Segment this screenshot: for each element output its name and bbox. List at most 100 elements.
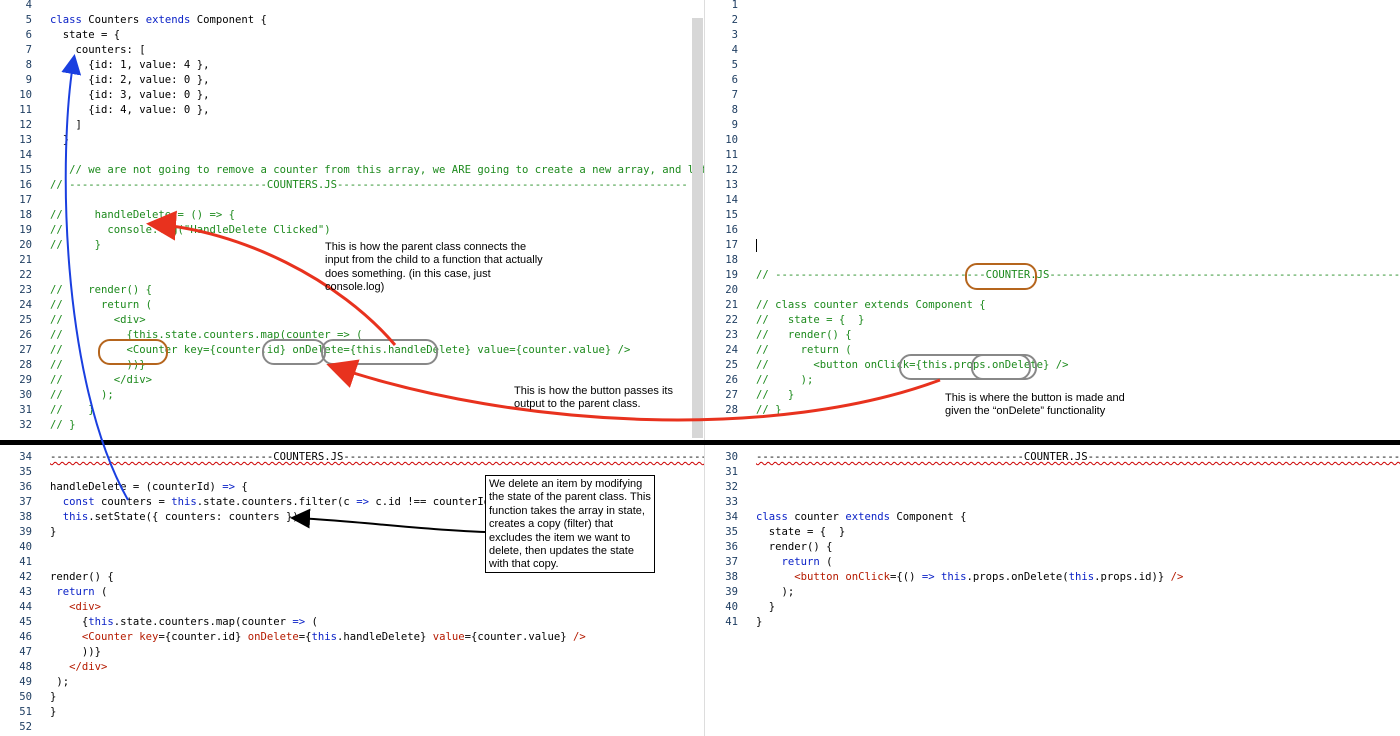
code-line[interactable]: 18	[706, 253, 1400, 268]
code-line[interactable]: 11	[706, 148, 1400, 163]
code-token: {	[50, 616, 89, 628]
code-line[interactable]: 51}	[0, 705, 704, 720]
code-line[interactable]: 47 ))}	[0, 645, 704, 660]
code-text: }	[50, 705, 56, 720]
code-line[interactable]: 7	[706, 88, 1400, 103]
code-line[interactable]: 35 state = { }	[706, 525, 1400, 540]
code-line[interactable]: 40 }	[706, 600, 1400, 615]
line-number: 38	[725, 571, 738, 583]
code-line[interactable]: 6	[706, 73, 1400, 88]
code-line[interactable]: 33	[706, 495, 1400, 510]
code-line[interactable]: 14	[0, 148, 704, 163]
code-line[interactable]: 13 }	[0, 133, 704, 148]
code-line[interactable]: 18 // handleDelete = () => {	[0, 208, 704, 223]
code-line[interactable]: 48 </div>	[0, 660, 704, 675]
code-token: this	[62, 511, 89, 523]
line-number: 26	[725, 374, 738, 386]
code-line[interactable]: 41}	[706, 615, 1400, 630]
code-line[interactable]: 50}	[0, 690, 704, 705]
code-line[interactable]: 21 // class counter extends Component {	[706, 298, 1400, 313]
bottom-right-editor[interactable]: 30 --------------------------------------…	[706, 445, 1400, 736]
code-line[interactable]: 4	[0, 0, 704, 13]
code-line[interactable]: 23 // render() {	[706, 328, 1400, 343]
top-right-editor[interactable]: 1 2 3 4 5 6 7 8 9 10 11 12 13 14 15 16 17 18 19// --------…	[706, 0, 1400, 440]
code-line[interactable]: 32	[706, 480, 1400, 495]
code-line[interactable]: 28 // ))}	[0, 358, 704, 373]
code-text: // return (	[50, 298, 152, 313]
code-line[interactable]: 1	[706, 0, 1400, 13]
code-line[interactable]: 52	[0, 720, 704, 735]
code-text: render() {	[756, 540, 833, 555]
code-token: =>	[292, 616, 306, 628]
line-number: 26	[19, 329, 32, 341]
code-line[interactable]: 17	[0, 193, 704, 208]
line-number: 18	[19, 209, 32, 221]
code-token: extends	[845, 511, 897, 523]
code-line[interactable]: 12 ]	[0, 118, 704, 133]
code-line[interactable]: 8 {id: 1, value: 4 },	[0, 58, 704, 73]
code-line[interactable]: 14	[706, 193, 1400, 208]
code-line[interactable]: 46 <Counter key={counter.id} onDelete={t…	[0, 630, 704, 645]
code-line[interactable]: 27 // <Counter key={counter.id} onDelete=…	[0, 343, 704, 358]
code-line[interactable]: 49 );	[0, 675, 704, 690]
code-line[interactable]: 11 {id: 4, value: 0 },	[0, 103, 704, 118]
code-line[interactable]: 20	[706, 283, 1400, 298]
vertical-scrollbar[interactable]	[692, 18, 703, 438]
code-line[interactable]: 6 state = {	[0, 28, 704, 43]
code-text: // }	[50, 418, 76, 433]
code-line[interactable]: 31	[706, 465, 1400, 480]
code-line[interactable]: 38 <button onClick={() => this.props.onD…	[706, 570, 1400, 585]
code-line[interactable]: 25 // <div>	[0, 313, 704, 328]
code-token: const	[62, 496, 102, 508]
code-line[interactable]: 2	[706, 13, 1400, 28]
code-line[interactable]: 34 class counter extends Component {	[706, 510, 1400, 525]
code-line[interactable]: 24 // return (	[706, 343, 1400, 358]
code-line[interactable]: 10 {id: 3, value: 0 },	[0, 88, 704, 103]
code-line[interactable]: 39 );	[706, 585, 1400, 600]
pane-splitter[interactable]	[704, 0, 705, 736]
code-line[interactable]: 5	[706, 58, 1400, 73]
note-button-made: This is where the button is made and giv…	[945, 392, 1125, 418]
note-parent-connects: This is how the parent class connects th…	[325, 241, 543, 294]
code-line[interactable]: 34 -----------------------------------COU…	[0, 450, 704, 465]
code-line[interactable]: 45 {this.state.counters.map(counter => (	[0, 615, 704, 630]
code-line[interactable]: 7 counters: [	[0, 43, 704, 58]
line-number: 5	[25, 14, 32, 26]
code-line[interactable]: 26 // {this.state.counters.map(counter =>…	[0, 328, 704, 343]
code-line[interactable]: 36 render() {	[706, 540, 1400, 555]
code-line[interactable]: 19 // ---------------------------------CO…	[706, 268, 1400, 283]
line-number: 27	[725, 389, 738, 401]
code-line[interactable]: 44 <div>	[0, 600, 704, 615]
code-token: // );	[50, 389, 114, 401]
code-line[interactable]: 10	[706, 133, 1400, 148]
code-line[interactable]: 15 // we are not going to remove a count…	[0, 163, 704, 178]
line-number: 22	[19, 269, 32, 281]
code-line[interactable]: 16 // -------------------------------COUN…	[0, 178, 704, 193]
code-line[interactable]: 19 // console.log("HandleDelete Clicked")	[0, 223, 704, 238]
code-text: }	[50, 525, 56, 540]
top-left-editor[interactable]: 4 5 class Counters extends Component {6 st…	[0, 0, 704, 440]
code-line[interactable]: 8	[706, 103, 1400, 118]
code-line[interactable]: 25 // <button onClick={this.props.onDelet…	[706, 358, 1400, 373]
code-line[interactable]: 24 // return (	[0, 298, 704, 313]
code-line[interactable]: 30 --------------------------------------…	[706, 450, 1400, 465]
code-line[interactable]: 13	[706, 178, 1400, 193]
code-line[interactable]: 4	[706, 43, 1400, 58]
code-line[interactable]: 9 {id: 2, value: 0 },	[0, 73, 704, 88]
code-line[interactable]: 3	[706, 28, 1400, 43]
code-text: // class counter extends Component {	[756, 298, 986, 313]
code-line[interactable]: 26 // );	[706, 373, 1400, 388]
code-line[interactable]: 15	[706, 208, 1400, 223]
code-line[interactable]: 37 return (	[706, 555, 1400, 570]
code-line[interactable]: 22 // state = { }	[706, 313, 1400, 328]
code-line[interactable]: 32 // }	[0, 418, 704, 433]
code-line[interactable]: 43 return (	[0, 585, 704, 600]
code-token: ={()	[889, 571, 922, 583]
code-line[interactable]: 12	[706, 163, 1400, 178]
code-line[interactable]: 5 class Counters extends Component {	[0, 13, 704, 28]
code-line[interactable]: 9	[706, 118, 1400, 133]
code-line[interactable]: 16	[706, 223, 1400, 238]
code-line[interactable]: 17	[706, 238, 1400, 253]
